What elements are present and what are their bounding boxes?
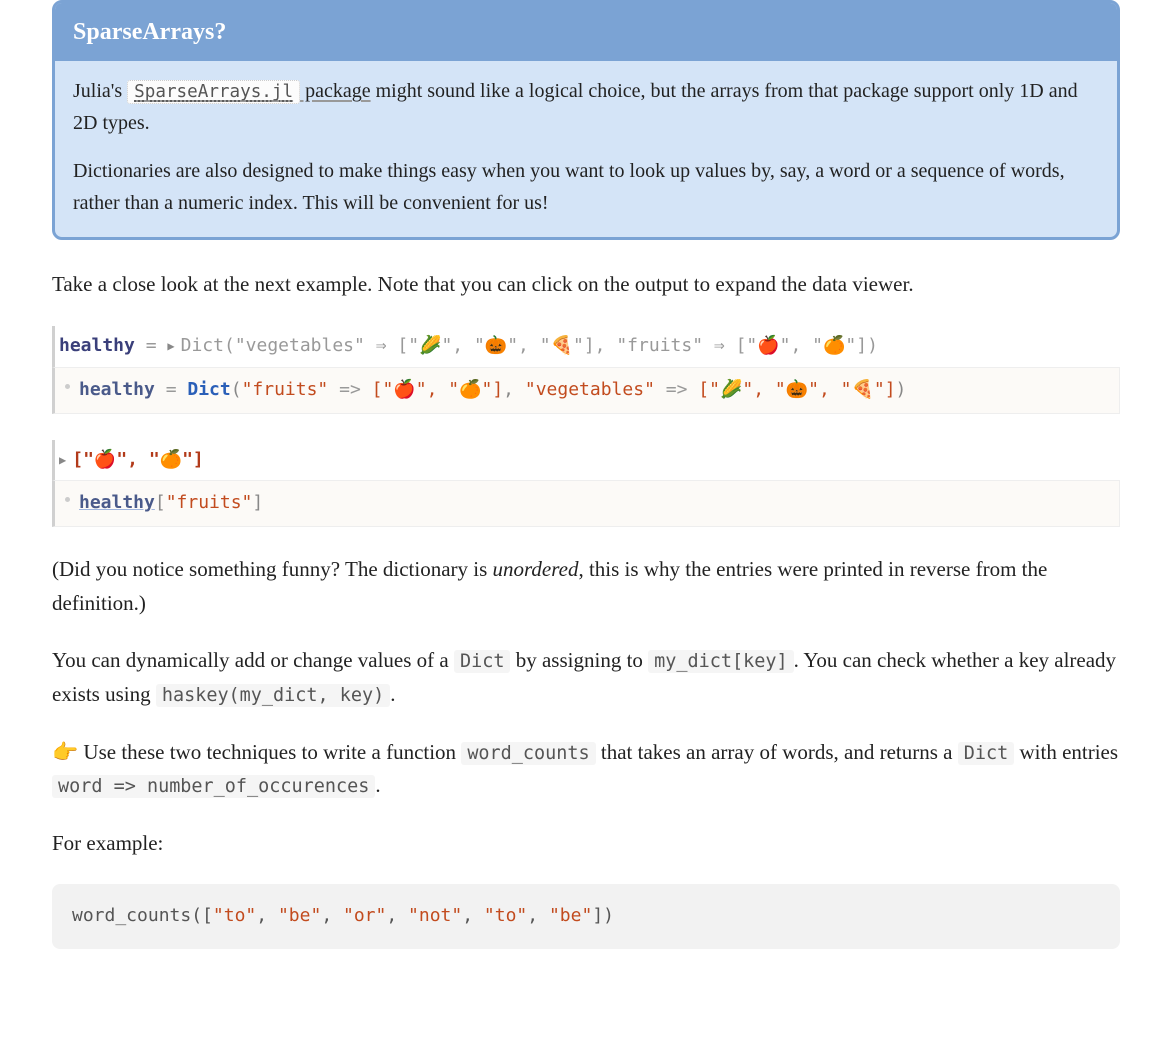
task-paragraph: 👉 Use these two techniques to write a fu… [52, 736, 1120, 803]
code-dict: Dict [958, 742, 1014, 765]
callout-text: Julia's [73, 80, 127, 102]
code-comma: , [321, 905, 343, 926]
output-val: ["🌽", "🎃", "🍕"] [397, 335, 594, 356]
output-val: ["🍎", "🍊"] [72, 449, 204, 470]
output-var: healthy [59, 335, 135, 356]
callout-para-2: Dictionaries are also designed to make t… [73, 155, 1099, 219]
example-codeblock: word_counts(["to", "be", "or", "not", "t… [52, 884, 1120, 949]
input-var: healthy [79, 492, 155, 513]
callout-para-1: Julia's SparseArrays.jl package might so… [73, 75, 1099, 139]
expand-icon[interactable]: ▶ [167, 337, 174, 356]
code-dict: Dict [454, 650, 510, 673]
input-punc: [ [155, 492, 166, 513]
code-cell-2: ▶ ["🍎", "🍊"] healthy["fruits"] [52, 440, 1120, 528]
sparsearrays-link[interactable]: SparseArrays.jl package [127, 80, 370, 102]
code-entry: word => number_of_occurences [52, 775, 375, 798]
callout-sparsearrays: SparseArrays? Julia's SparseArrays.jl pa… [52, 0, 1120, 240]
code-comma: , [386, 905, 408, 926]
code-word-counts: word_counts [461, 742, 595, 765]
output-key: "fruits" [616, 335, 703, 356]
code-str: "to" [484, 905, 527, 926]
text: by assigning to [510, 648, 648, 672]
for-example: For example: [52, 827, 1120, 861]
input-sep: , [503, 379, 525, 400]
code-str: "be" [549, 905, 592, 926]
sparsearrays-code: SparseArrays.jl [127, 80, 300, 104]
callout-body: Julia's SparseArrays.jl package might so… [55, 61, 1117, 237]
input-key: "fruits" [242, 379, 329, 400]
code-haskey: haskey(my_dict, key) [156, 684, 390, 707]
output-arrow: ⇒ [703, 335, 736, 356]
text: You can dynamically add or change values… [52, 648, 454, 672]
input-punc: ] [252, 492, 263, 513]
expand-icon[interactable]: ▶ [59, 451, 66, 470]
unordered-paragraph: (Did you notice something funny? The dic… [52, 553, 1120, 620]
code-punc: ([ [191, 905, 213, 926]
code-str: "or" [343, 905, 386, 926]
text: (Did you notice something funny? The dic… [52, 557, 493, 581]
code-punc: ]) [592, 905, 614, 926]
link-suffix: package [300, 80, 371, 102]
input-punc: ( [231, 379, 242, 400]
text: . [390, 682, 395, 706]
input-punc: ) [896, 379, 907, 400]
input-val: ["🍎", "🍊"] [372, 379, 504, 400]
dynamic-paragraph: You can dynamically add or change values… [52, 644, 1120, 711]
output-arrow: ⇒ [365, 335, 398, 356]
cell-1-output[interactable]: healthy = ▶ Dict("vegetables" ⇒ ["🌽", "🎃"… [52, 326, 1120, 367]
output-sep: , [595, 335, 617, 356]
code-str: "not" [408, 905, 462, 926]
output-key: "vegetables" [235, 335, 365, 356]
code-cell-1: healthy = ▶Dict("vegetables" ⇒ ["🌽", "🎃"… [52, 326, 1120, 414]
output-val: ["🍎", "🍊"] [736, 335, 868, 356]
text: Use these two techniques to write a func… [78, 740, 461, 764]
text: . [375, 773, 380, 797]
code-comma: , [527, 905, 549, 926]
code-str: "to" [213, 905, 256, 926]
input-key: "vegetables" [525, 379, 655, 400]
unordered-em: unordered [493, 557, 579, 581]
output-punc: ( [224, 335, 235, 356]
input-key: "fruits" [166, 492, 253, 513]
input-var: healthy [79, 379, 155, 400]
output-fn: Dict [181, 335, 224, 356]
cell-dot-icon [65, 384, 70, 389]
input-fn: Dict [187, 379, 230, 400]
input-val: ["🌽", "🎃", "🍕"] [698, 379, 895, 400]
intro-paragraph: Take a close look at the next example. N… [52, 268, 1120, 302]
cell-1-input[interactable]: healthy = Dict("fruits" => ["🍎", "🍊"], "… [52, 367, 1120, 414]
code-str: "be" [278, 905, 321, 926]
cell-2-output[interactable]: ▶ ["🍎", "🍊"] [52, 440, 1120, 481]
text: with entries [1014, 740, 1118, 764]
code-mydict-key: my_dict[key] [648, 650, 793, 673]
output-eq: = [135, 335, 168, 356]
text: that takes an array of words, and return… [596, 740, 958, 764]
input-eq: = [155, 379, 188, 400]
output-punc: ) [867, 335, 878, 356]
code-fn: word_counts [72, 905, 191, 926]
input-arrow: => [328, 379, 371, 400]
input-arrow: => [655, 379, 698, 400]
code-comma: , [462, 905, 484, 926]
callout-title: SparseArrays? [55, 3, 1117, 61]
cell-2-input[interactable]: healthy["fruits"] [52, 480, 1120, 527]
cell-dot-icon [65, 497, 70, 502]
pointing-hand-icon: 👉 [52, 740, 78, 764]
code-comma: , [256, 905, 278, 926]
